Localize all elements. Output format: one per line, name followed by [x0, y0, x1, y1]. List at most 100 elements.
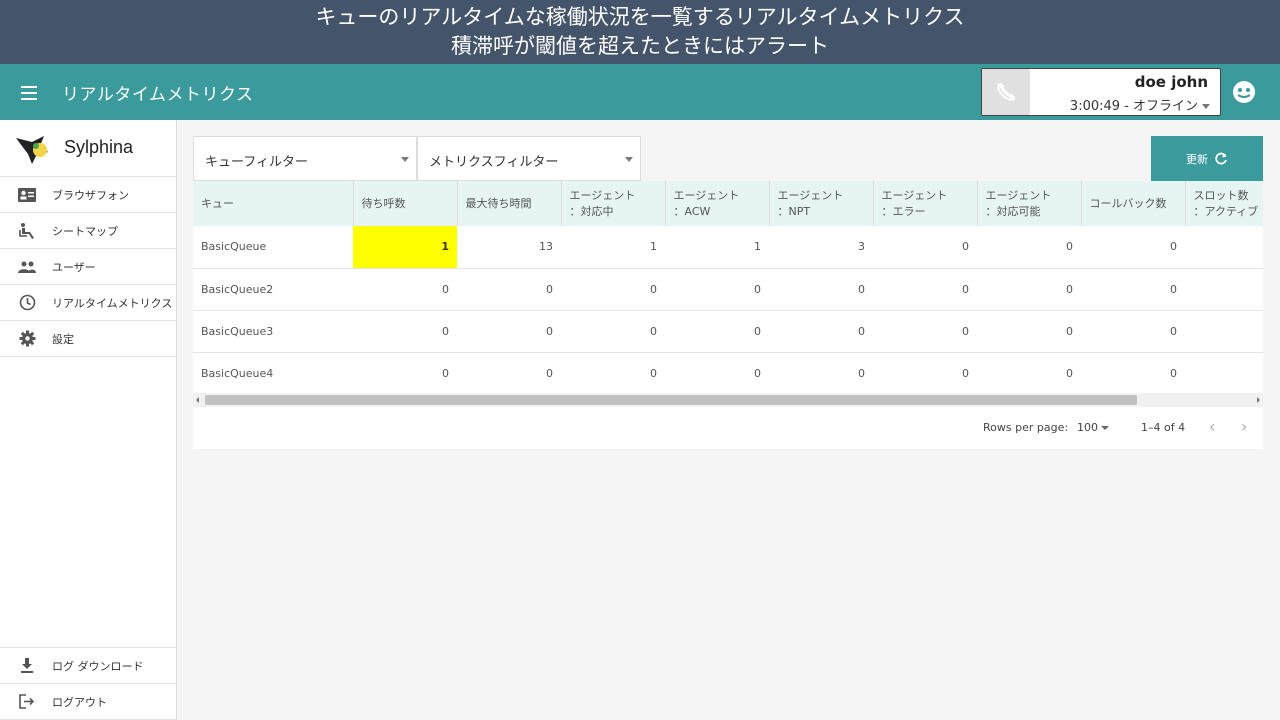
metric-cell: 0 — [457, 310, 561, 353]
sidebar-item-label: ユーザー — [52, 260, 96, 274]
scroll-right-icon[interactable] — [1257, 397, 1260, 403]
sidebar: Sylphina ブラウザフォン シートマップ ユーザー リアルタイムメトリクス… — [0, 120, 177, 720]
horizontal-scrollbar[interactable] — [193, 393, 1263, 407]
column-header[interactable]: エージェント ：対応中 — [561, 181, 666, 226]
column-header[interactable]: エージェント ：エラー — [873, 181, 978, 226]
caption-line-2: 積滞呼が閾値を超えたときにはアラート — [451, 34, 829, 58]
metrics-table: キュー 待ち呼数 最大待ち時間 エージェント ：対応中 エージェント ：ACW エージェント ：… — [193, 181, 1263, 395]
contact-card-icon — [18, 186, 36, 204]
caption-banner: キューのリアルタイムな稼働状況を一覧するリアルタイムメトリクス 積滞呼が閾値を超… — [0, 0, 1280, 64]
sidebar-item-log-download[interactable]: ログ ダウンロード — [0, 648, 176, 684]
queue-name-cell: BasicQueue3 — [193, 310, 353, 353]
column-header[interactable]: エージェント ：NPT — [769, 181, 874, 226]
column-header[interactable]: エージェント ：対応可能 — [977, 181, 1082, 226]
metric-cell: 0 — [457, 268, 561, 311]
metric-cell: 0 — [769, 268, 873, 311]
sidebar-item-realtime-metrics[interactable]: リアルタイムメトリクス — [0, 285, 176, 321]
metric-cell: 0 — [561, 268, 665, 311]
caption-line-1: キューのリアルタイムな稼働状況を一覧するリアルタイムメトリクス — [315, 5, 965, 29]
chevron-down-icon — [1202, 104, 1210, 109]
table-header-row: キュー 待ち呼数 最大待ち時間 エージェント ：対応中 エージェント ：ACW エージェント ：… — [193, 181, 1263, 226]
metric-cell: 0 — [873, 268, 977, 311]
metrics-filter-select[interactable]: メトリクスフィルター — [417, 136, 641, 181]
clock-icon — [18, 294, 36, 312]
column-header[interactable]: エージェント ：ACW — [665, 181, 770, 226]
metric-cell: 0 — [977, 352, 1081, 395]
metric-cell: 0 — [769, 310, 873, 353]
metric-cell: 0 — [457, 352, 561, 395]
globe-icon[interactable] — [1233, 81, 1255, 103]
logo-text: Sylphina — [64, 137, 134, 157]
sidebar-item-label: ログ ダウンロード — [52, 659, 144, 673]
table-body: BasicQueue 1 13 1 1 3 0 0 0 BasicQueue2 0 0 0 0 0 0 0 0 Ba… — [193, 226, 1263, 395]
metric-cell: 0 — [665, 352, 769, 395]
column-header-line2: ：対応可能 — [985, 204, 1041, 218]
metric-cell: 0 — [353, 310, 457, 353]
sidebar-item-browser-phone[interactable]: ブラウザフォン — [0, 177, 176, 213]
column-header[interactable]: キュー — [193, 181, 354, 226]
metric-cell: 0 — [1081, 268, 1185, 311]
sidebar-item-settings[interactable]: 設定 — [0, 321, 176, 357]
sidebar-item-label: シートマップ — [52, 224, 118, 238]
pagination: Rows per page: 100 1–4 of 4 ‹ › — [193, 407, 1263, 449]
column-header-line1: スロット数 — [1193, 188, 1249, 202]
column-header-line2: ：NPT — [777, 204, 811, 218]
metric-cell: 0 — [353, 352, 457, 395]
sidebar-item-seat-map[interactable]: シートマップ — [0, 213, 176, 249]
seat-icon — [18, 222, 36, 240]
previous-page-icon[interactable]: ‹ — [1209, 417, 1215, 436]
table-row: BasicQueue 1 13 1 1 3 0 0 0 — [193, 226, 1263, 269]
column-header[interactable]: コールバック数 — [1081, 181, 1186, 226]
column-header-line1: エージェント — [985, 188, 1052, 202]
menu-icon[interactable] — [21, 83, 37, 101]
agent-name: doe john — [1134, 73, 1208, 91]
rows-per-page-select[interactable]: 100 — [1077, 421, 1098, 434]
refresh-icon — [1215, 152, 1227, 164]
queue-name-cell: BasicQueue — [193, 226, 353, 269]
column-header-line2: ：エラー — [881, 204, 926, 218]
refresh-label: 更新 — [1186, 152, 1208, 166]
main-content: キューフィルター メトリクスフィルター 更新 キュー 待ち呼数 最大待ち時間 エージェ… — [177, 120, 1280, 720]
metric-cell: 0 — [561, 310, 665, 353]
column-header-line1: エージェント — [673, 188, 740, 202]
sidebar-item-label: ログアウト — [52, 695, 107, 709]
users-icon — [18, 258, 36, 276]
sidebar-bottom-nav: ログ ダウンロード ログアウト — [0, 647, 176, 720]
chevron-down-icon — [401, 157, 409, 162]
metrics-filter-text: メトリクスフィルター — [429, 155, 559, 170]
scroll-left-icon[interactable] — [196, 397, 199, 403]
sidebar-item-label: リアルタイムメトリクス — [52, 296, 173, 310]
column-header[interactable]: スロット数 ：アクティブ — [1185, 181, 1263, 226]
next-page-icon[interactable]: › — [1241, 417, 1247, 436]
table-row: BasicQueue4 0 0 0 0 0 0 0 0 — [193, 352, 1263, 395]
column-header-line1: コールバック数 — [1089, 196, 1167, 210]
page-title: リアルタイムメトリクス — [62, 85, 254, 105]
metric-cell: 13 — [457, 226, 561, 269]
metric-cell: 0 — [769, 352, 873, 395]
phone-off-icon — [982, 69, 1030, 115]
column-header[interactable]: 最大待ち時間 — [457, 181, 562, 226]
agent-status-selector[interactable]: doe john 3:00:49 - オフライン — [981, 68, 1221, 116]
sidebar-item-label: 設定 — [52, 332, 74, 346]
metric-cell: 1 — [561, 226, 665, 269]
refresh-button[interactable]: 更新 — [1151, 136, 1263, 181]
sidebar-item-users[interactable]: ユーザー — [0, 249, 176, 285]
metric-cell — [1185, 268, 1263, 311]
metric-cell: 0 — [977, 268, 1081, 311]
metric-cell: 0 — [977, 310, 1081, 353]
logo-bird-icon — [16, 136, 48, 164]
table-row: BasicQueue3 0 0 0 0 0 0 0 0 — [193, 310, 1263, 353]
metric-cell: 1 — [353, 226, 457, 269]
metric-cell: 1 — [665, 226, 769, 269]
agent-status-text: 3:00:49 - オフライン — [1070, 95, 1210, 114]
scrollbar-thumb[interactable] — [205, 395, 1137, 405]
queue-name-cell: BasicQueue2 — [193, 268, 353, 311]
column-header[interactable]: 待ち呼数 — [353, 181, 458, 226]
rows-per-page-label: Rows per page: — [983, 421, 1069, 434]
queue-filter-select[interactable]: キューフィルター — [193, 136, 417, 181]
chevron-down-icon[interactable] — [1101, 426, 1109, 430]
chevron-down-icon — [625, 157, 633, 162]
logo: Sylphina — [14, 130, 164, 170]
sidebar-item-logout[interactable]: ログアウト — [0, 684, 176, 720]
logout-icon — [18, 693, 36, 711]
